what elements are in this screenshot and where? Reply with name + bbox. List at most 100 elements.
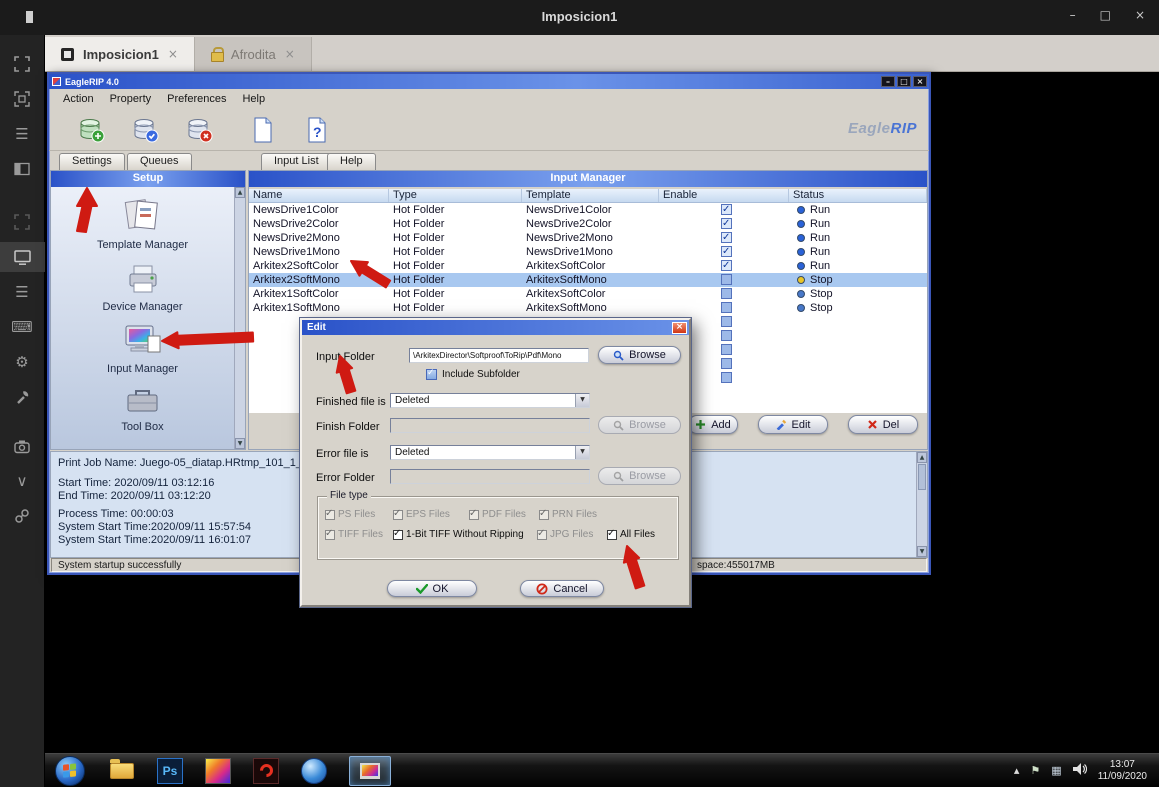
- table-row[interactable]: Arkitex1SoftColorHot FolderArkitexSoftCo…: [249, 287, 927, 301]
- volume-icon[interactable]: [1073, 763, 1087, 778]
- menu-help[interactable]: Help: [234, 93, 273, 108]
- screenshot-frame-icon[interactable]: [0, 49, 45, 79]
- add-button[interactable]: Add: [688, 415, 738, 434]
- enable-checkbox[interactable]: [721, 218, 732, 229]
- table-row[interactable]: NewsDrive2MonoHot FolderNewsDrive2MonoRu…: [249, 231, 927, 245]
- table-row[interactable]: NewsDrive1ColorHot FolderNewsDrive1Color…: [249, 203, 927, 217]
- list-icon[interactable]: ☰: [0, 277, 45, 307]
- browse-input-folder-button[interactable]: Browse: [598, 346, 681, 364]
- enable-checkbox[interactable]: [721, 232, 732, 243]
- tab-help[interactable]: Help: [327, 153, 376, 170]
- database-enable-button[interactable]: [129, 114, 161, 146]
- error-file-dropdown[interactable]: Deleted▼: [390, 445, 590, 460]
- column-name[interactable]: Name: [249, 189, 389, 202]
- minimize-button[interactable]: –: [1070, 8, 1076, 22]
- edit-button[interactable]: Edit: [758, 415, 828, 434]
- maximize-button[interactable]: □: [1100, 8, 1111, 22]
- del-button[interactable]: Del: [848, 415, 918, 434]
- enable-checkbox[interactable]: [721, 260, 732, 271]
- chevron-down-icon[interactable]: ▼: [575, 446, 589, 459]
- tab-close-icon[interactable]: ×: [285, 47, 295, 61]
- column-type[interactable]: Type: [389, 189, 522, 202]
- side-panel-icon[interactable]: [0, 154, 45, 184]
- menu-property[interactable]: Property: [102, 93, 160, 108]
- new-document-button[interactable]: [247, 114, 279, 146]
- enable-checkbox[interactable]: [721, 204, 732, 215]
- action-center-flag-icon[interactable]: ⚑: [1030, 764, 1040, 777]
- enable-checkbox[interactable]: [721, 372, 732, 383]
- input-folder-field[interactable]: [409, 348, 589, 363]
- filetype-all-files-checkbox[interactable]: All Files: [607, 529, 655, 540]
- start-button[interactable]: [55, 756, 85, 786]
- column-status[interactable]: Status: [789, 189, 927, 202]
- enable-checkbox[interactable]: [721, 246, 732, 257]
- enable-checkbox[interactable]: [721, 302, 732, 313]
- enable-checkbox[interactable]: [721, 358, 732, 369]
- column-enable[interactable]: Enable: [659, 189, 789, 202]
- settings-gear-icon[interactable]: ⚙: [0, 347, 45, 377]
- edit-dialog-titlebar[interactable]: Edit ×: [302, 320, 689, 335]
- link-icon[interactable]: [0, 501, 45, 531]
- enable-checkbox[interactable]: [721, 274, 732, 285]
- log-scrollbar[interactable]: ▲ ▼: [916, 452, 927, 557]
- column-template[interactable]: Template: [522, 189, 659, 202]
- monitor-icon[interactable]: [0, 242, 45, 272]
- screenshot-frame-icon[interactable]: [0, 207, 45, 237]
- scroll-thumb[interactable]: [918, 464, 926, 490]
- enable-checkbox[interactable]: [721, 316, 732, 327]
- scroll-down-icon[interactable]: ▼: [235, 438, 245, 449]
- cancel-button[interactable]: Cancel: [520, 580, 604, 597]
- table-row[interactable]: NewsDrive1MonoHot FolderNewsDrive1MonoRu…: [249, 245, 927, 259]
- setup-item-template-manager[interactable]: Template Manager: [97, 196, 188, 251]
- fullscreen-icon[interactable]: [0, 84, 45, 114]
- help-button[interactable]: ?: [301, 114, 333, 146]
- taskbar-active-app-button[interactable]: [349, 756, 391, 786]
- filetype-1bit-tiff-checkbox[interactable]: 1-Bit TIFF Without Ripping: [393, 529, 524, 540]
- keyboard-icon[interactable]: ⌨: [0, 312, 45, 342]
- taskbar-reader-button[interactable]: [251, 756, 281, 786]
- close-icon[interactable]: ×: [672, 322, 687, 334]
- scroll-down-icon[interactable]: ▼: [917, 546, 927, 557]
- table-row[interactable]: Arkitex1SoftMonoHot FolderArkitexSoftMon…: [249, 301, 927, 315]
- ok-button[interactable]: OK: [387, 580, 477, 597]
- eaglerip-titlebar[interactable]: EagleRIP 4.0 – □ ×: [49, 74, 929, 89]
- taskbar-browser-button[interactable]: [299, 756, 329, 786]
- menu-icon[interactable]: ☰: [0, 119, 45, 149]
- wrench-icon[interactable]: [0, 382, 45, 412]
- setup-scrollbar[interactable]: ▲ ▼: [234, 187, 245, 449]
- maximize-button[interactable]: □: [897, 76, 911, 87]
- enable-checkbox[interactable]: [721, 288, 732, 299]
- table-row-selected[interactable]: Arkitex2SoftMonoHot FolderArkitexSoftMon…: [249, 273, 927, 287]
- tab-afrodita[interactable]: Afrodita ×: [195, 37, 312, 71]
- setup-item-input-manager[interactable]: Input Manager: [107, 322, 178, 375]
- camera-icon[interactable]: [0, 431, 45, 461]
- taskbar-explorer-button[interactable]: [107, 756, 137, 786]
- chevron-down-icon[interactable]: ▼: [575, 394, 589, 407]
- enable-checkbox[interactable]: [721, 344, 732, 355]
- setup-item-device-manager[interactable]: Device Manager: [102, 260, 182, 313]
- enable-checkbox[interactable]: [721, 330, 732, 341]
- close-button[interactable]: ×: [913, 76, 927, 87]
- include-subfolder-checkbox[interactable]: [426, 369, 437, 380]
- close-button[interactable]: ×: [1135, 8, 1145, 22]
- tab-queues[interactable]: Queues: [127, 153, 192, 170]
- chevron-down-icon[interactable]: ∨: [0, 466, 45, 496]
- tab-input-list[interactable]: Input List: [261, 153, 332, 170]
- table-row[interactable]: NewsDrive2ColorHot FolderNewsDrive2Color…: [249, 217, 927, 231]
- network-icon[interactable]: ▦: [1051, 764, 1061, 777]
- scroll-up-icon[interactable]: ▲: [235, 187, 245, 198]
- database-delete-button[interactable]: [183, 114, 215, 146]
- tray-expand-icon[interactable]: ▴: [1014, 764, 1020, 777]
- taskbar-imaging-button[interactable]: [203, 756, 233, 786]
- minimize-button[interactable]: –: [881, 76, 895, 87]
- table-row[interactable]: Arkitex2SoftColorHot FolderArkitexSoftCo…: [249, 259, 927, 273]
- scroll-up-icon[interactable]: ▲: [917, 452, 927, 463]
- tab-imposicion1[interactable]: Imposicion1 ×: [45, 37, 195, 71]
- taskbar-photoshop-button[interactable]: Ps: [155, 756, 185, 786]
- menu-preferences[interactable]: Preferences: [159, 93, 234, 108]
- clock[interactable]: 13:07 11/09/2020: [1098, 759, 1147, 783]
- finished-file-dropdown[interactable]: Deleted▼: [390, 393, 590, 408]
- database-add-button[interactable]: [75, 114, 107, 146]
- tab-close-icon[interactable]: ×: [168, 47, 178, 61]
- tab-settings[interactable]: Settings: [59, 153, 125, 170]
